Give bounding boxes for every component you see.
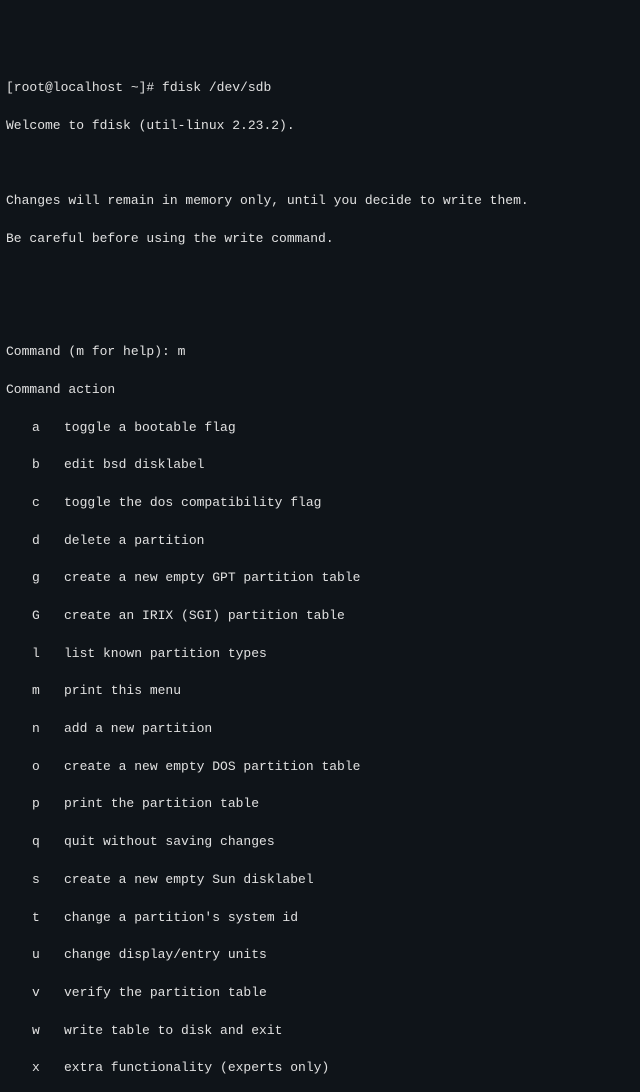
action-desc-g: create a new empty GPT partition table — [64, 570, 360, 585]
welcome-line: Welcome to fdisk (util-linux 2.23.2). — [6, 117, 634, 136]
action-desc-l: list known partition types — [64, 646, 267, 661]
action-key-l: l — [32, 645, 64, 664]
action-n: nadd a new partition — [6, 720, 634, 739]
shell-prompt-line: [root@localhost ~]# fdisk /dev/sdb — [6, 79, 634, 98]
action-key-G: G — [32, 607, 64, 626]
action-x: xextra functionality (experts only) — [6, 1059, 634, 1078]
action-desc-v: verify the partition table — [64, 985, 267, 1000]
shell-prompt: [root@localhost ~]# — [6, 80, 154, 95]
action-key-q: q — [32, 833, 64, 852]
action-key-w: w — [32, 1022, 64, 1041]
action-key-s: s — [32, 871, 64, 890]
action-key-o: o — [32, 758, 64, 777]
action-w: wwrite table to disk and exit — [6, 1022, 634, 1041]
warning-line-2: Be careful before using the write comman… — [6, 230, 634, 249]
action-c: ctoggle the dos compatibility flag — [6, 494, 634, 513]
action-s: screate a new empty Sun disklabel — [6, 871, 634, 890]
warning-line-1: Changes will remain in memory only, unti… — [6, 192, 634, 211]
action-g: gcreate a new empty GPT partition table — [6, 569, 634, 588]
action-o: ocreate a new empty DOS partition table — [6, 758, 634, 777]
action-desc-o: create a new empty DOS partition table — [64, 759, 360, 774]
action-desc-b: edit bsd disklabel — [64, 457, 204, 472]
action-p: pprint the partition table — [6, 795, 634, 814]
action-key-m: m — [32, 682, 64, 701]
action-desc-x: extra functionality (experts only) — [64, 1060, 329, 1075]
action-key-n: n — [32, 720, 64, 739]
action-l: llist known partition types — [6, 645, 634, 664]
action-key-t: t — [32, 909, 64, 928]
action-b: bedit bsd disklabel — [6, 456, 634, 475]
action-key-g: g — [32, 569, 64, 588]
action-desc-m: print this menu — [64, 683, 181, 698]
action-key-x: x — [32, 1059, 64, 1078]
fdisk-prompt-1[interactable]: Command (m for help): m — [6, 343, 634, 362]
action-key-v: v — [32, 984, 64, 1003]
action-desc-w: write table to disk and exit — [64, 1023, 282, 1038]
blank-line — [6, 306, 634, 325]
action-m: mprint this menu — [6, 682, 634, 701]
action-desc-G: create an IRIX (SGI) partition table — [64, 608, 345, 623]
action-q: qquit without saving changes — [6, 833, 634, 852]
action-key-d: d — [32, 532, 64, 551]
blank-line — [6, 268, 634, 287]
command-action-header: Command action — [6, 381, 634, 400]
action-d: ddelete a partition — [6, 532, 634, 551]
action-key-b: b — [32, 456, 64, 475]
action-desc-a: toggle a bootable flag — [64, 420, 236, 435]
action-key-a: a — [32, 419, 64, 438]
action-desc-p: print the partition table — [64, 796, 259, 811]
action-G: Gcreate an IRIX (SGI) partition table — [6, 607, 634, 626]
action-desc-d: delete a partition — [64, 533, 204, 548]
blank-line — [6, 155, 634, 174]
action-desc-n: add a new partition — [64, 721, 212, 736]
action-key-p: p — [32, 795, 64, 814]
action-desc-t: change a partition's system id — [64, 910, 298, 925]
shell-command: fdisk /dev/sdb — [162, 80, 271, 95]
action-desc-c: toggle the dos compatibility flag — [64, 495, 321, 510]
action-desc-q: quit without saving changes — [64, 834, 275, 849]
action-v: vverify the partition table — [6, 984, 634, 1003]
action-a: atoggle a bootable flag — [6, 419, 634, 438]
action-t: tchange a partition's system id — [6, 909, 634, 928]
action-desc-u: change display/entry units — [64, 947, 267, 962]
action-desc-s: create a new empty Sun disklabel — [64, 872, 314, 887]
action-u: uchange display/entry units — [6, 946, 634, 965]
fdisk-input-m: m — [178, 344, 186, 359]
action-key-u: u — [32, 946, 64, 965]
action-key-c: c — [32, 494, 64, 513]
fdisk-prompt-label: Command (m for help): — [6, 344, 178, 359]
